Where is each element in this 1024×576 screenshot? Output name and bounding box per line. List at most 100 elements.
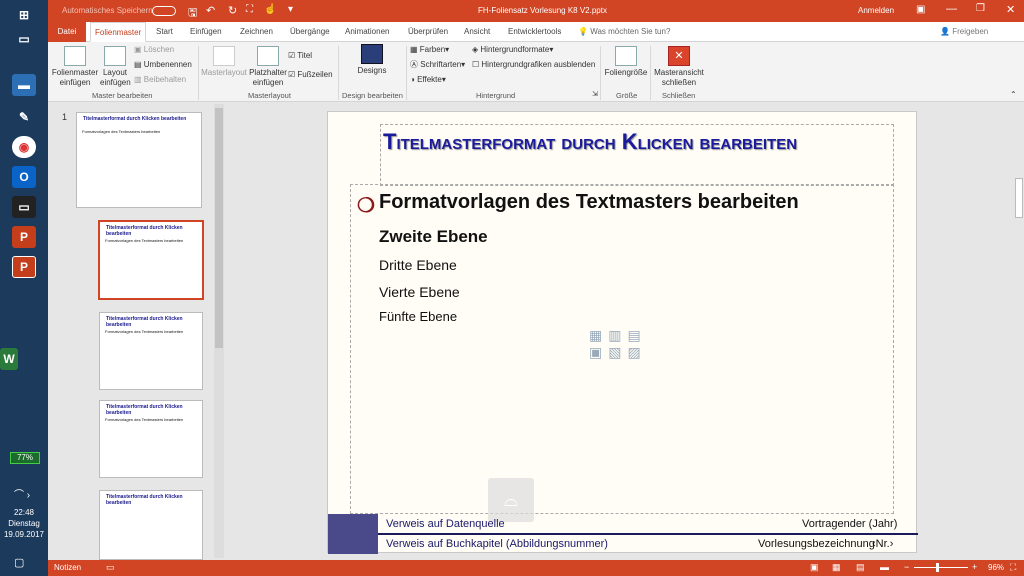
reading-view-icon[interactable]: ▤	[856, 562, 865, 573]
redo-icon[interactable]: ↻	[228, 4, 237, 17]
background-styles-dropdown[interactable]: ◈ Hintergrundformate▾	[472, 45, 553, 55]
layout-thumbnail-selected[interactable]: Titelmasterformat durch Klicken bearbeit…	[98, 220, 204, 300]
tab-developer[interactable]: Entwicklertools	[504, 22, 565, 42]
close-master-view-button[interactable]: ✕ Masteransicht schließen	[652, 46, 706, 88]
canvas-scroll-thumb[interactable]	[1015, 178, 1023, 218]
tab-animations[interactable]: Animationen	[341, 22, 393, 42]
save-icon[interactable]: 🖫	[188, 4, 197, 23]
slideshow-view-icon[interactable]: ▬	[880, 562, 889, 572]
preserve-button[interactable]: ▥ Beibehalten	[134, 75, 186, 85]
clock-time[interactable]: 22:48	[0, 508, 48, 517]
chrome-icon[interactable]: ◉	[12, 136, 36, 158]
thumb-body: Formatvorlagen des Textmasters bearbeite…	[105, 238, 184, 243]
footer-presenter[interactable]: Vortragender (Jahr)	[802, 518, 897, 530]
outlook-icon[interactable]: O	[12, 166, 36, 188]
terminal-icon[interactable]: ▭	[12, 196, 36, 218]
thumb-title: Titelmasterformat durch Klicken bearbeit…	[106, 225, 183, 237]
close-icon[interactable]: ✕	[1006, 3, 1015, 16]
master-thumbnail[interactable]: Titelmasterformat durch Klicken bearbeit…	[76, 112, 202, 208]
designs-button[interactable]: Designs	[354, 44, 390, 76]
master-layout-button[interactable]: Masterlayout	[200, 46, 248, 78]
ribbon-options-icon[interactable]: ▣	[916, 4, 925, 15]
battery-indicator[interactable]: 77%	[10, 452, 40, 464]
autosave-toggle[interactable]	[152, 6, 176, 16]
maximize-icon[interactable]: ❐	[976, 3, 985, 14]
hide-background-checkbox[interactable]: ☐ Hintergrundgrafiken ausblenden	[472, 60, 595, 70]
footer-book-chapter[interactable]: Verweis auf Buchkapitel (Abbildungsnumme…	[386, 538, 608, 550]
powerpoint-active-icon[interactable]: P	[12, 256, 36, 278]
hide-background-label: Hintergrundgrafiken ausblenden	[481, 60, 596, 69]
zoom-in-icon[interactable]: +	[972, 562, 977, 572]
minimize-icon[interactable]: —	[946, 3, 957, 15]
comments-icon[interactable]: ▭	[106, 562, 115, 573]
layout-thumbnail[interactable]: Titelmasterformat durch Klicken bearbeit…	[99, 490, 203, 560]
app-icon[interactable]: ✎	[12, 106, 36, 128]
collapse-ribbon-icon[interactable]: ⌃	[1010, 90, 1017, 99]
network-icon[interactable]: ⌒ ›	[14, 486, 30, 501]
background-styles-icon: ◈	[472, 45, 479, 54]
tab-transitions[interactable]: Übergänge	[286, 22, 334, 42]
zoom-slider-thumb[interactable]	[936, 563, 939, 572]
slide-size-label: Foliengröße	[604, 68, 648, 77]
tab-home[interactable]: Start	[152, 22, 177, 42]
insert-layout-button[interactable]: Layout einfügen	[100, 46, 131, 88]
footers-checkbox[interactable]: ☑ Fußzeilen	[288, 70, 333, 80]
text-level-3[interactable]: Dritte Ebene	[379, 257, 457, 273]
slide-size-button[interactable]: Foliengröße	[604, 46, 648, 78]
tab-insert[interactable]: Einfügen	[186, 22, 226, 42]
tab-slide-master[interactable]: Folienmaster	[90, 22, 147, 42]
placeholder-icon	[257, 46, 279, 66]
rename-button[interactable]: ▤ Umbenennen	[134, 60, 192, 70]
effects-dropdown[interactable]: ◑ Effekte▾	[410, 75, 446, 85]
text-level-2[interactable]: Zweite Ebene	[379, 227, 488, 247]
zoom-level[interactable]: 96%	[988, 563, 1004, 572]
thumb-title: Titelmasterformat durch Klicken bearbeit…	[83, 116, 187, 122]
slide-title[interactable]: Titelmasterformat durch Klicken bearbeit…	[383, 127, 797, 157]
file-explorer-icon[interactable]: ▬	[12, 74, 36, 96]
text-level-4[interactable]: Vierte Ebene	[379, 284, 460, 300]
delete-button[interactable]: ▣ Löschen	[134, 45, 174, 55]
tab-review[interactable]: Überprüfen	[404, 22, 452, 42]
title-placeholder[interactable]: Titelmasterformat durch Klicken bearbeit…	[380, 124, 894, 186]
notification-icon[interactable]: ▢	[14, 556, 24, 569]
tab-view[interactable]: Ansicht	[460, 22, 494, 42]
dialog-launcher-icon[interactable]: ⇲	[592, 90, 598, 98]
sign-in-link[interactable]: Anmelden	[858, 6, 894, 15]
footer-slide-number[interactable]: ‹Nr.›	[872, 538, 893, 550]
content-placeholder[interactable]: ❍ Formatvorlagen des Textmasters bearbei…	[350, 184, 894, 514]
zoom-slider[interactable]	[914, 567, 968, 568]
insert-placeholder-button[interactable]: Platzhalter einfügen	[248, 46, 288, 88]
slideshow-icon[interactable]: ⛶	[246, 4, 253, 15]
fit-to-window-icon[interactable]: ⛶	[1010, 562, 1016, 573]
layout-thumbnail[interactable]: Titelmasterformat durch Klicken bearbeit…	[99, 312, 203, 390]
tab-file[interactable]: Datei	[48, 22, 86, 42]
customize-qat-icon[interactable]: ▾	[288, 4, 293, 15]
tab-draw[interactable]: Zeichnen	[236, 22, 277, 42]
task-view-icon[interactable]: ▭	[12, 28, 36, 50]
canvas-scrollbar[interactable]	[1014, 102, 1024, 560]
thumbnail-scrollbar[interactable]	[214, 104, 224, 558]
touch-mode-icon[interactable]: ☝	[264, 4, 276, 15]
tell-me-search[interactable]: 💡 Was möchten Sie tun?	[574, 22, 674, 42]
slide-sorter-icon[interactable]: ▦	[832, 562, 841, 573]
normal-view-icon[interactable]: ▣	[810, 562, 819, 573]
word-icon[interactable]: W	[0, 348, 18, 370]
footer-data-source[interactable]: Verweis auf Datenquelle	[386, 518, 505, 530]
fonts-dropdown[interactable]: Ⓐ Schriftarten▾	[410, 60, 465, 70]
title-checkbox[interactable]: ☑ Titel	[288, 51, 312, 61]
text-level-5[interactable]: Fünfte Ebene	[379, 309, 457, 324]
footer-lecture[interactable]: Vorlesungsbezeichnung	[758, 538, 875, 550]
zoom-out-icon[interactable]: −	[904, 562, 909, 572]
text-level-1[interactable]: Formatvorlagen des Textmasters bearbeite…	[379, 191, 799, 214]
share-button[interactable]: 👤 Freigeben	[936, 22, 992, 42]
undo-icon[interactable]: ↶	[206, 4, 215, 17]
colors-dropdown[interactable]: ▦ Farben▾	[410, 45, 449, 55]
slide[interactable]: Titelmasterformat durch Klicken bearbeit…	[327, 111, 918, 554]
insert-master-button[interactable]: Folienmaster einfügen	[50, 46, 100, 88]
windows-start-icon[interactable]: ⊞	[12, 4, 36, 26]
insert-content-icons[interactable]: ▦▥▤ ▣▧▨	[589, 327, 647, 361]
powerpoint-icon[interactable]: P	[12, 226, 36, 248]
notes-button[interactable]: Notizen	[54, 563, 81, 572]
layout-thumbnail[interactable]: Titelmasterformat durch Klicken bearbeit…	[99, 400, 203, 478]
thumbnail-scroll-thumb[interactable]	[215, 108, 223, 348]
